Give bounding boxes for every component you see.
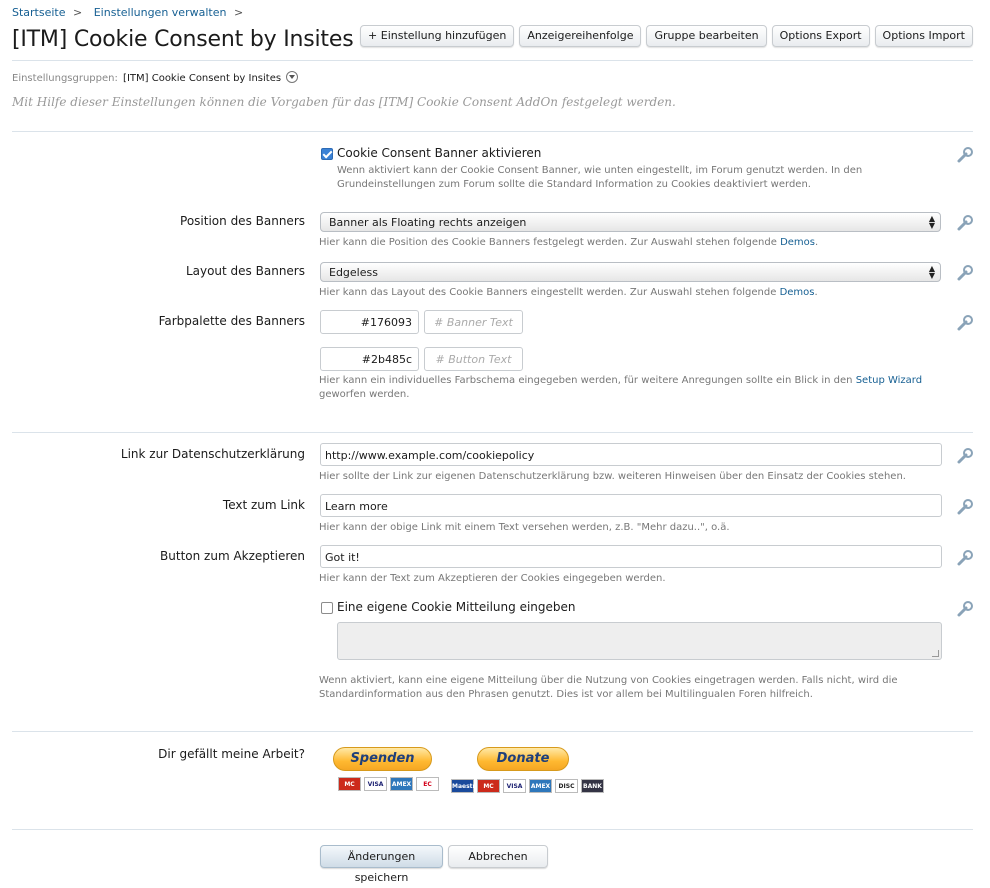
wrench-icon[interactable] [956,214,974,232]
breadcrumb-separator: > [73,6,83,19]
divider [12,731,973,732]
page-title: [ITM] Cookie Consent by Insites [12,27,354,52]
layout-demos-link[interactable]: Demos [780,287,815,298]
breadcrumb-manage-settings[interactable]: Einstellungen verwalten [94,6,227,19]
layout-hint: Hier kann das Layout des Cookie Banners … [319,286,939,300]
add-setting-button[interactable]: + Einstellung hinzufügen [360,25,515,47]
accept-button-input[interactable]: Got it! [320,545,942,568]
enable-banner-hint: Wenn aktiviert kann der Cookie Consent B… [337,165,863,190]
wrench-icon[interactable] [956,146,974,164]
divider [12,131,973,132]
position-demos-link[interactable]: Demos [780,237,815,248]
palette-hint-tail: geworfen werden. [319,389,410,400]
custom-message-label[interactable]: Eine eigene Cookie Mitteilung eingeben [337,600,576,614]
save-changes-button[interactable]: Änderungen speichern [320,845,443,884]
banner-color-input[interactable]: #176093 [320,310,419,334]
visa-icon: VISA [364,777,387,791]
wrench-icon[interactable] [956,264,974,282]
link-text-hint: Hier kann der obige Link mit einem Text … [319,522,730,533]
amex-icon: AMEX [529,779,552,793]
select-arrows-icon: ▲ ▼ [928,214,935,230]
mastercard-icon: MC [477,779,500,793]
button-color-input[interactable]: #2b485c [320,347,419,371]
top-toolbar: + Einstellung hinzufügen Anzeigereihenfo… [360,25,973,47]
privacy-link-input[interactable]: http://www.example.com/cookiepolicy [320,443,942,466]
settings-groups: Einstellungsgruppen: [ITM] Cookie Consen… [12,71,299,84]
paypal-spenden-button[interactable]: Spenden [333,747,432,771]
ec-card-icon: EC [416,777,439,791]
custom-message-checkbox[interactable] [321,602,333,614]
layout-select[interactable]: Edgeless ▲ ▼ [320,262,941,282]
bank-icon: BANK [581,779,604,793]
display-order-button[interactable]: Anzeigereihenfolge [519,25,642,47]
chevron-down-icon[interactable] [286,71,299,83]
payment-cards-right: Maestro MC VISA AMEX DISC BANK [451,779,604,793]
discover-icon: DISC [555,779,578,793]
palette-label: Farbpalette des Banners [158,314,305,328]
breadcrumb-separator: > [233,6,244,19]
hint-tail: . [814,287,818,298]
position-label: Position des Banners [180,214,305,228]
position-select-value: Banner als Floating rechts anzeigen [329,216,527,229]
enable-banner-label[interactable]: Cookie Consent Banner aktivieren [337,146,541,160]
enable-banner-checkbox[interactable] [321,148,333,160]
palette-hint: Hier kann ein individuelles Farbschema e… [319,374,939,402]
divider [12,829,973,830]
options-import-button[interactable]: Options Import [874,25,973,47]
wrench-icon[interactable] [956,600,974,618]
privacy-link-label: Link zur Datenschutzerklärung [120,447,305,461]
palette-hint-text: Hier kann ein individuelles Farbschema e… [319,375,853,386]
accept-button-label: Button zum Akzeptieren [160,549,305,563]
layout-label: Layout des Banners [185,264,305,278]
cancel-button[interactable]: Abbrechen [448,845,548,868]
accept-button-hint: Hier kann der Text zum Akzeptieren der C… [319,573,666,584]
setup-wizard-link[interactable]: Setup Wizard [856,375,922,386]
amex-icon: AMEX [390,777,413,791]
wrench-icon[interactable] [956,314,974,332]
privacy-link-hint: Hier sollte der Link zur eigenen Datensc… [319,471,906,482]
select-arrows-icon: ▲ ▼ [928,264,935,280]
divider [12,60,973,61]
hint-tail: . [815,237,819,248]
paypal-donate-button[interactable]: Donate [477,747,569,771]
maestro-icon: Maestro [451,779,480,793]
payment-cards-left: MC VISA AMEX EC [338,777,439,791]
visa-icon: VISA [503,779,526,793]
layout-hint-text: Hier kann das Layout des Cookie Banners … [319,287,777,298]
position-hint-text: Hier kann die Position des Cookie Banner… [319,237,777,248]
page-description: Mit Hilfe dieser Einstellungen können di… [12,95,676,109]
custom-message-hint: Wenn aktiviert, kann eine eigene Mitteil… [319,675,898,700]
button-text-color-input[interactable]: # Button Text [424,347,523,371]
settings-groups-value: [ITM] Cookie Consent by Insites [123,73,282,84]
wrench-icon[interactable] [956,549,974,567]
options-export-button[interactable]: Options Export [771,25,870,47]
settings-groups-label: Einstellungsgruppen: [12,73,118,84]
position-hint: Hier kann die Position des Cookie Banner… [319,236,939,250]
link-text-input[interactable]: Learn more [320,494,942,517]
link-text-label: Text zum Link [222,498,305,512]
mastercard-icon: MC [338,777,361,791]
banner-text-color-input[interactable]: # Banner Text [424,310,523,334]
wrench-icon[interactable] [956,498,974,516]
wrench-icon[interactable] [956,447,974,465]
position-select[interactable]: Banner als Floating rechts anzeigen ▲ ▼ [320,212,941,232]
layout-select-value: Edgeless [329,266,378,279]
donate-label: Dir gefällt meine Arbeit? [158,747,305,761]
edit-group-button[interactable]: Gruppe bearbeiten [646,25,767,47]
custom-message-textarea[interactable] [337,622,942,660]
breadcrumb: Startseite > Einstellungen verwalten > [12,6,251,19]
breadcrumb-home[interactable]: Startseite [12,6,66,19]
divider [12,432,973,433]
